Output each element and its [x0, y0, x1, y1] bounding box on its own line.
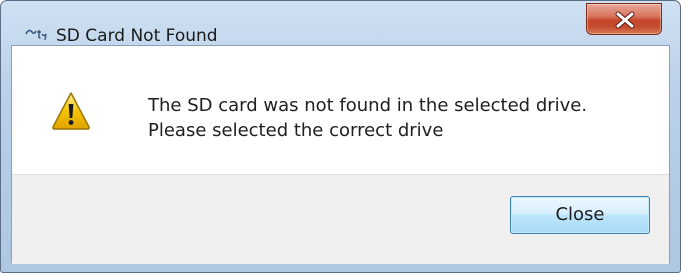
dialog-window: SD Card Not Found The SD card was not fo… — [0, 0, 681, 273]
dialog-body: The SD card was not found in the selecte… — [11, 45, 670, 264]
message-line-2: Please selected the correct drive — [148, 120, 444, 141]
button-bar: Close — [12, 174, 669, 264]
close-button[interactable]: Close — [510, 196, 650, 234]
message-line-1: The SD card was not found in the selecte… — [148, 95, 588, 116]
warning-icon — [51, 91, 91, 131]
window-title: SD Card Not Found — [56, 26, 218, 46]
message-area: The SD card was not found in the selecte… — [12, 46, 669, 174]
close-icon — [615, 11, 635, 29]
dialog-message: The SD card was not found in the selecte… — [148, 93, 587, 143]
close-window-button[interactable] — [586, 3, 662, 35]
app-logo-icon — [25, 25, 49, 41]
title-bar[interactable]: SD Card Not Found — [1, 1, 680, 46]
